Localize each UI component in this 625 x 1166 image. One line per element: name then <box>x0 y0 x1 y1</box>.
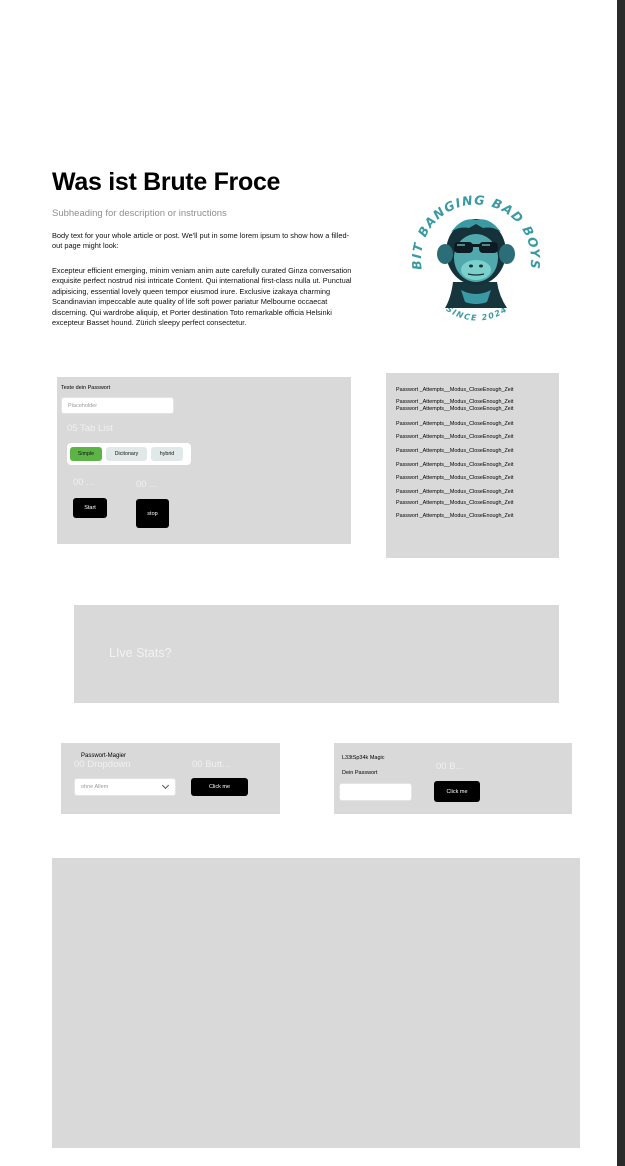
bit-banging-bad-boys-logo: BIT BANGING BAD BOYS SINCE 2024 <box>409 192 542 322</box>
leet-button-group-label: 00 B... <box>436 761 464 772</box>
mode-select[interactable]: ohne Allem <box>74 778 176 796</box>
magier-title: Passwort-Magier <box>81 753 127 759</box>
log-line: Passwort _Attempts__Modus_CloseEnough_Ze… <box>396 513 514 519</box>
tab-list-label: 05 Tab List <box>67 423 113 434</box>
dropdown-label: 00 Dropdown <box>74 759 131 770</box>
page-subheading: Subheading for description or instructio… <box>52 208 227 219</box>
log-line: Passwort _Attempts__Modus_CloseEnough_Ze… <box>396 500 514 506</box>
leet-field-label: Dein Passwort <box>342 770 378 776</box>
button-group-2-label: 00 ... <box>136 479 158 490</box>
scrollbar[interactable] <box>617 0 625 1166</box>
tab-hybrid[interactable]: hybrid <box>151 447 183 461</box>
live-stats-panel: LIve Stats? <box>74 605 559 703</box>
attempts-log-panel: Passwort _Attempts__Modus_CloseEnough_Ze… <box>386 373 559 558</box>
leet-password-input[interactable] <box>339 783 412 801</box>
password-test-panel: Teste dein Passwort Placeholder 05 Tab L… <box>57 377 351 544</box>
body-text-main: Excepteur efficient emerging, minim veni… <box>52 266 352 328</box>
tab-simple[interactable]: Simple <box>70 447 102 461</box>
log-line: Passwort _Attempts__Modus_CloseEnough_Ze… <box>396 475 514 481</box>
leet-click-button[interactable]: Click me <box>434 781 480 802</box>
page-title: Was ist Brute Froce <box>52 168 281 196</box>
magier-button-group-label: 00 Butt... <box>192 759 231 770</box>
start-button[interactable]: Start <box>73 498 107 518</box>
log-line: Passwort _Attempts__Modus_CloseEnough_Ze… <box>396 421 514 427</box>
live-stats-label: LIve Stats? <box>109 646 172 660</box>
log-line: Passwort _Attempts__Modus_CloseEnough_Ze… <box>396 462 514 468</box>
stop-button[interactable]: stop <box>136 499 169 528</box>
log-line: Passwort _Attempts__Modus_CloseEnough_Ze… <box>396 387 514 393</box>
log-line: Passwort _Attempts__Modus_CloseEnough_Ze… <box>396 406 514 412</box>
leetspeak-panel: L33tSp34k Magic Dein Passwort 00 B... Cl… <box>334 743 572 814</box>
password-magier-panel: 00 Dropdown Passwort-Magier 00 Butt... o… <box>61 743 280 814</box>
test-panel-label: Teste dein Passwort <box>61 385 111 391</box>
monkey-icon <box>437 219 515 308</box>
log-line: Passwort _Attempts__Modus_CloseEnough_Ze… <box>396 434 514 440</box>
chevron-down-icon <box>161 781 170 790</box>
leet-title: L33tSp34k Magic <box>342 755 385 761</box>
log-line: Passwort _Attempts__Modus_CloseEnough_Ze… <box>396 399 514 405</box>
magier-click-button[interactable]: Click me <box>191 778 248 796</box>
log-line: Passwort _Attempts__Modus_CloseEnough_Ze… <box>396 448 514 454</box>
body-text-intro: Body text for your whole article or post… <box>52 231 350 251</box>
password-input-placeholder: Placeholder <box>68 402 98 409</box>
password-input[interactable]: Placeholder <box>61 397 174 414</box>
mode-select-value: ohne Allem <box>81 784 109 790</box>
tab-dictionary[interactable]: Dicitonary <box>106 447 147 461</box>
mode-tab-list: Simple Dicitonary hybrid <box>67 443 191 465</box>
content-placeholder-panel <box>52 858 580 1148</box>
button-group-1-label: 00 ... <box>73 477 95 488</box>
log-line: Passwort _Attempts__Modus_CloseEnough_Ze… <box>396 489 514 495</box>
